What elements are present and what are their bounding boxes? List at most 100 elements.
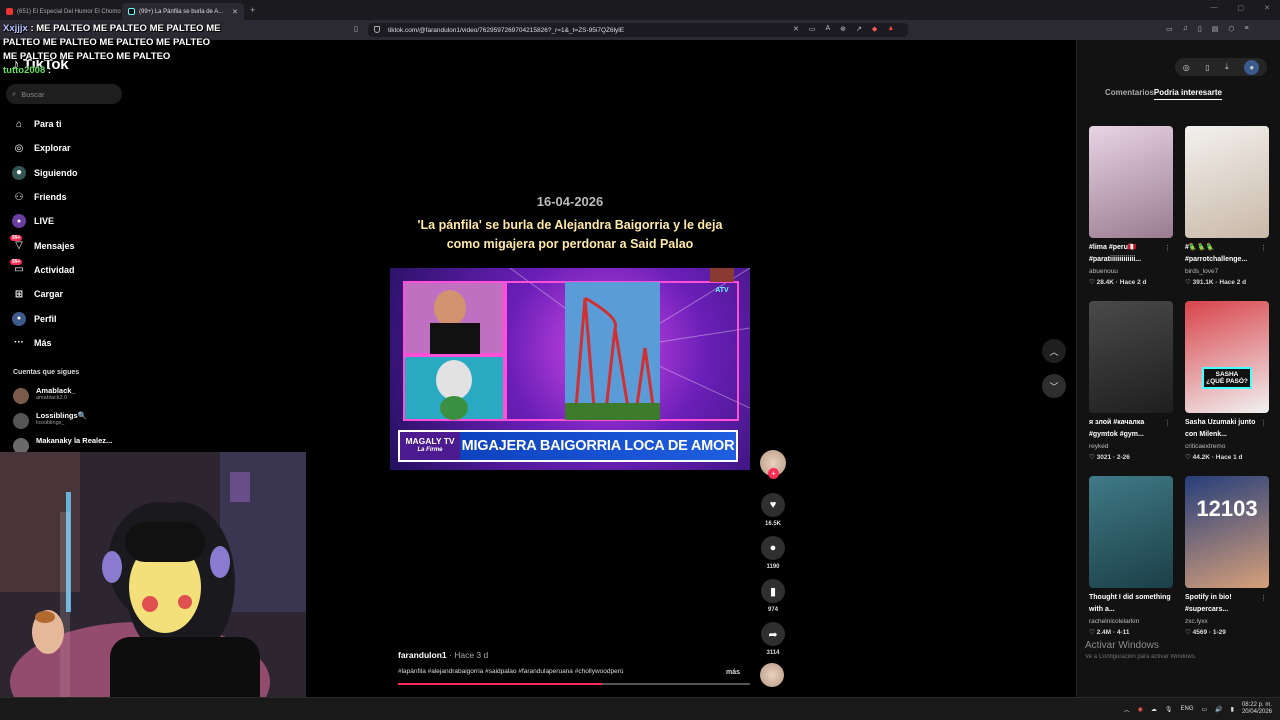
next-video-button[interactable]: ﹀ [1042,374,1066,398]
card-menu-icon[interactable]: ⋮ [1260,594,1267,602]
search-input[interactable]: ⌕ Buscar [6,84,122,104]
sidebar-item-live[interactable]: ● LIVE [12,209,78,233]
close-window-button[interactable]: ✕ [1264,4,1270,12]
like-button[interactable]: ♥ 16.5K [760,493,786,527]
mute-icon[interactable]: ✕ [793,25,799,33]
sidebar-item-perfil[interactable]: ● Perfil [12,306,78,330]
microphone-icon[interactable]: 🎙 [1165,706,1173,713]
save-button[interactable]: ▮ 974 [760,579,786,613]
account-name: Amablack_ [36,386,76,395]
chevron-up-icon: ︿ [1049,346,1059,357]
account-handle: amablack2.0 [36,395,68,401]
logo-text: MAGALY TV [405,436,455,446]
windows-activation-watermark: Activar Windows [1085,640,1159,651]
system-tray: ︿ ◉ ☁ 🎙 ENG ▭ 🔊 ▮ 08:22 p. m. 20/04/2026 [1124,702,1272,716]
following-item[interactable]: Lossiblings🔍 lossiblings_ [13,411,112,436]
site-info-icon[interactable] [374,26,380,33]
sidebar-item-siguiendo[interactable]: ● Siguiendo [12,161,78,185]
previous-video-button[interactable]: ︿ [1042,339,1066,363]
recommendation-card[interactable]: #lima #peru🇵🇪 #paratiiiiiiiiiiiii... abue… [1089,126,1173,286]
sidebar-item-mas[interactable]: ··· Más [12,331,78,355]
profile-avatar-icon[interactable]: ● [1244,59,1260,75]
sidebar-item-explorar[interactable]: ◎ Explorar [12,136,78,160]
card-stats: ♡ 28.4K · Hace 2 d [1089,279,1147,286]
wallet-icon[interactable]: ▤ [1212,25,1219,33]
menu-icon[interactable]: ≡ [1244,25,1248,33]
magaly-tv-logo: MAGALY TV La Firme [400,432,460,460]
download-icon[interactable]: ⤓ [1225,62,1229,72]
news-chyron: MAGALY TV La Firme MIGAJERA BAIGORRIA LO… [398,430,738,462]
sidebar-item-cargar[interactable]: ⊞ Cargar [12,282,78,306]
card-menu-icon[interactable]: ⋮ [1260,419,1267,427]
author-avatar-button[interactable]: + [760,450,786,479]
tab-podria-interesarte[interactable]: Podría interesarte [1153,88,1222,100]
logo-subtext: La Firme [417,447,443,453]
brave-shield-icon[interactable]: ◆ [872,25,877,33]
bookmark-icon: ▮ [761,579,785,603]
onedrive-icon[interactable]: ☁ [1151,706,1157,713]
sidebar-toggle-icon[interactable]: ▭ [1166,25,1173,33]
tab-comentarios[interactable]: Comentarios [1105,88,1154,100]
progress-fill [398,683,603,685]
clock-date: 20/04/2026 [1241,709,1272,715]
reader-icon[interactable]: ▯ [1198,25,1202,33]
card-author[interactable]: zxc.lyxx [1185,618,1269,625]
video-player[interactable]: ATV MAGALY TV La Firme MIGAJERA BAIGORRI… [390,268,750,470]
minimize-button[interactable]: — [1211,4,1218,12]
extension-icon[interactable]: ⬡ [1228,25,1234,33]
compass-icon[interactable]: ◎ [1183,63,1190,72]
heart-icon: ♥ [761,493,785,517]
maximize-button[interactable]: ▢ [1238,4,1245,12]
upload-icon: ⊞ [14,288,24,300]
sidebar-item-actividad[interactable]: ▭ 99+ Actividad [10,258,78,282]
sidebar-item-para-ti[interactable]: ⌂ Para ti [12,112,78,136]
following-item[interactable]: Amablack_ amablack2.0 [13,386,112,411]
browser-tab-tiktok[interactable]: (99+) La Pánfila se burla de A... ✕ [122,3,244,20]
music-icon[interactable]: ♫ [1183,25,1188,33]
recommendation-card[interactable]: Thought I did something with a... racheln… [1089,476,1173,636]
card-menu-icon[interactable]: ⋮ [1164,244,1171,252]
share-button[interactable]: ➦ 3114 [760,622,786,656]
card-menu-icon[interactable]: ⋮ [1260,244,1267,252]
card-author[interactable]: reyked [1089,443,1173,450]
recommendation-card[interactable]: 12103 Spotify in bio! #supercars... zxc.ly… [1185,476,1269,636]
zoom-icon[interactable]: ⊕ [840,25,846,33]
system-clock[interactable]: 08:22 p. m. 20/04/2026 [1242,702,1272,716]
sidebar-item-mensajes[interactable]: ▽ 99+ Mensajes [10,233,78,257]
bookmark-icon[interactable]: ▯ [354,25,358,33]
card-author[interactable]: criticaextremo [1185,443,1269,450]
post-age: · Hace 3 d [446,650,489,660]
card-menu-icon[interactable]: ⋮ [1164,594,1171,602]
sidebar-item-friends[interactable]: ⚇ Friends [12,185,78,209]
card-author[interactable]: abuenouu [1089,268,1173,275]
rewards-icon[interactable]: ▲ [887,25,894,33]
card-author[interactable]: rachelnicolelarkin [1089,618,1173,625]
tray-app-icon[interactable]: ◉ [1138,706,1143,713]
comment-button[interactable]: ● 1190 [760,536,786,570]
pip-icon[interactable]: ▭ [809,25,816,33]
close-tab-icon[interactable]: ✕ [232,8,238,16]
share-icon[interactable]: ↗ [856,25,862,33]
volume-icon[interactable]: 🔊 [1215,706,1222,713]
tray-chevron-icon[interactable]: ︿ [1124,705,1130,714]
recommendation-card[interactable]: #🦜🦜🦜 #parrotchallenge... birds_love7 ♡ 391… [1185,126,1269,286]
video-author[interactable]: farandulon1 · Hace 3 d [398,650,488,660]
card-author[interactable]: birds_love7 [1185,268,1269,275]
translate-icon[interactable]: A [826,25,831,33]
video-progress-bar[interactable] [398,683,750,685]
nav-label: Explorar [34,143,71,154]
live-icon: ● [12,214,26,229]
card-menu-icon[interactable]: ⋮ [1164,419,1171,427]
battery-icon[interactable]: ▮ [1231,706,1234,713]
phone-icon[interactable]: ▯ [1205,63,1209,72]
nav-label: Friends [34,192,67,203]
browser-tab-youtube[interactable]: (651) El Especial Del Humor El Chomo [0,3,122,20]
recommendation-card[interactable]: я злой #качалка #gymtok #gym... reyked ♡ 3… [1089,301,1173,461]
more-button[interactable]: más [726,669,740,676]
new-tab-button[interactable]: + [250,5,255,15]
network-icon[interactable]: ▭ [1202,706,1208,713]
recommendation-card[interactable]: SASHA ¿QUÉ PASÓ? Sasha Uzumaki junto con … [1185,301,1269,461]
sound-disc-button[interactable] [760,663,786,687]
follow-plus-icon[interactable]: + [768,468,779,479]
language-indicator[interactable]: ENG [1180,706,1193,712]
